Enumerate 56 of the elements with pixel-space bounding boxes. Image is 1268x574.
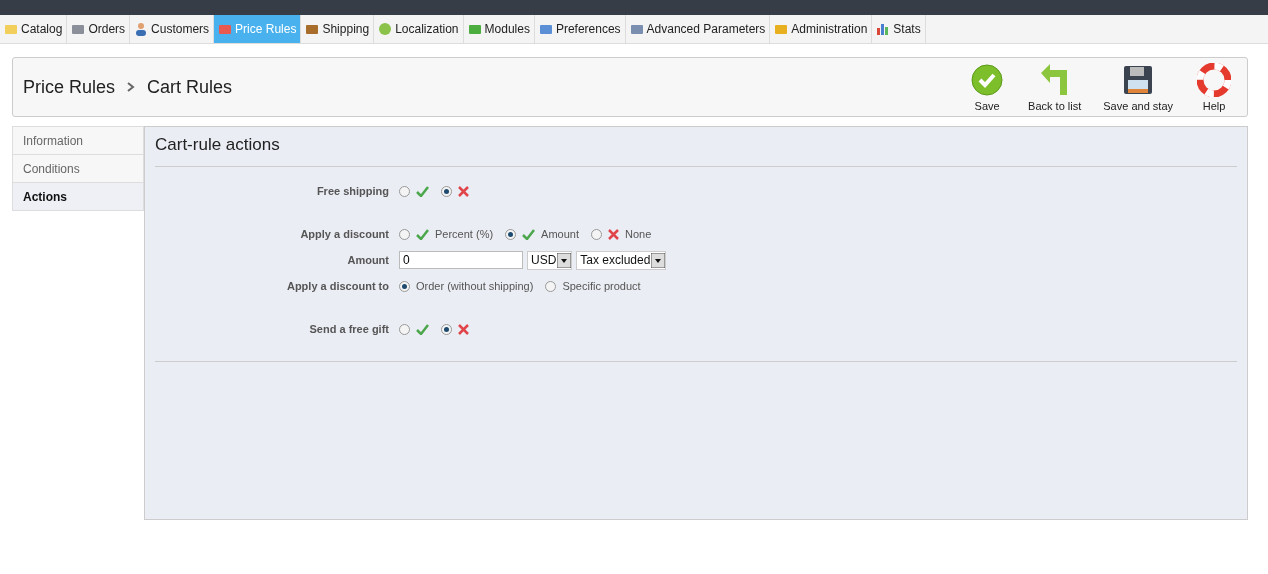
cross-icon: [608, 228, 619, 240]
option-label: Specific product: [562, 280, 641, 292]
caret-icon: [651, 252, 666, 268]
toolbar-button[interactable]: Back to list: [1024, 62, 1086, 112]
radio-button[interactable]: [399, 228, 410, 240]
person-icon: [134, 22, 149, 36]
menu-tab[interactable]: Advanced Parameters: [625, 15, 771, 43]
field-label: Apply a discount: [299, 228, 390, 240]
side-tab[interactable]: Information: [12, 126, 144, 155]
check-circle-icon: [970, 62, 1005, 97]
check-icon: [522, 228, 536, 240]
menu-tab[interactable]: Localization: [374, 15, 464, 43]
menu-tab[interactable]: Shipping: [301, 15, 375, 43]
side-tab[interactable]: Conditions: [12, 155, 144, 183]
field-label: Free shipping: [315, 185, 390, 197]
check-icon: [416, 185, 429, 197]
menu-tab[interactable]: Orders: [67, 15, 131, 43]
currency-select[interactable]: USD: [527, 250, 573, 270]
menu-tab[interactable]: Stats: [872, 15, 926, 43]
radio-button[interactable]: [399, 185, 410, 197]
check-icon: [416, 323, 429, 335]
radio-button[interactable]: [505, 228, 517, 240]
cross-icon: [458, 185, 469, 197]
toolbar-button[interactable]: Save and stay: [1099, 62, 1177, 112]
section-title: Cart-rule actions: [155, 127, 1237, 167]
radio-button[interactable]: [399, 323, 410, 335]
globe-icon: [378, 22, 393, 36]
breadcrumb-item[interactable]: Price Rules: [23, 76, 116, 98]
lifebuoy-icon: [1197, 62, 1231, 97]
toolbar-button[interactable]: Save: [964, 62, 1011, 112]
option-label: Percent (%): [435, 228, 494, 240]
radio-button[interactable]: [399, 280, 410, 292]
tax-select[interactable]: Tax excluded: [576, 250, 667, 270]
bars-icon: [876, 22, 891, 36]
field-label: Apply a discount to: [285, 280, 390, 292]
radio-button[interactable]: [545, 280, 557, 292]
field-label: Send a free gift: [308, 323, 390, 335]
side-tab[interactable]: Actions: [12, 183, 144, 211]
menu-tab[interactable]: Modules: [463, 15, 535, 43]
field-label: Amount: [346, 254, 390, 266]
amount-field[interactable]: 0: [399, 251, 523, 269]
caret-icon: [557, 252, 572, 268]
option-label: None: [625, 228, 652, 240]
toolbar-button[interactable]: Help: [1191, 62, 1237, 112]
radio-button[interactable]: [591, 228, 602, 240]
check-icon: [416, 228, 429, 240]
chevron-icon: [127, 82, 136, 92]
radio-button[interactable]: [441, 323, 452, 335]
page-title: Cart Rules: [147, 76, 233, 98]
menu-tab[interactable]: Catalog: [0, 15, 68, 43]
menu-tab[interactable]: Preferences: [534, 15, 626, 43]
option-label: Amount: [541, 228, 579, 240]
menu-tab[interactable]: Administration: [770, 15, 873, 43]
option-label: Order (without shipping): [416, 280, 534, 292]
radio-button[interactable]: [441, 185, 452, 197]
cross-icon: [458, 323, 469, 335]
